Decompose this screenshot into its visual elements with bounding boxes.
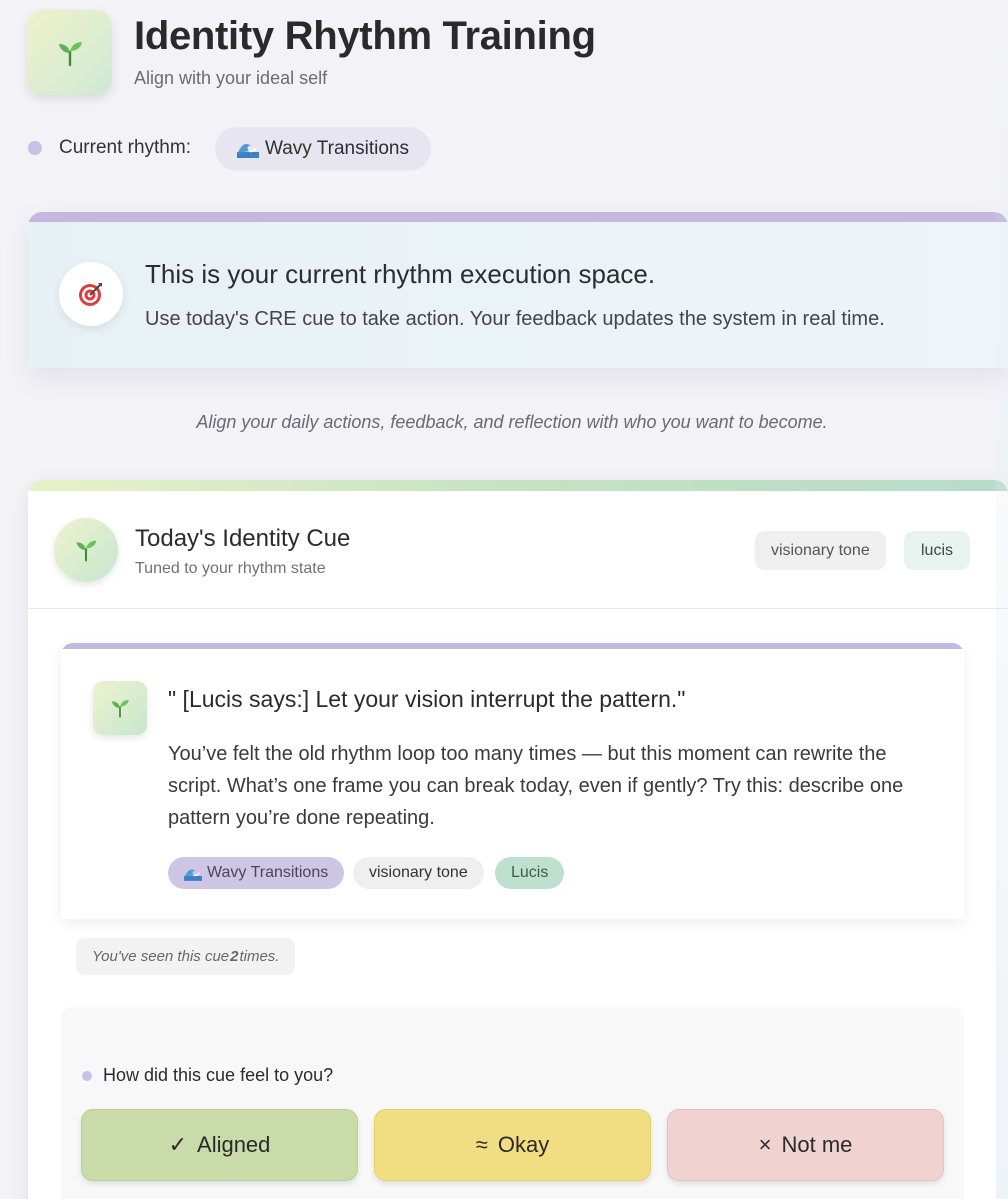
check-icon: ✓ [168, 1132, 188, 1157]
cue-body: You’ve felt the old rhythm loop too many… [168, 743, 904, 829]
aligned-button[interactable]: ✓ Aligned [81, 1109, 358, 1181]
seen-count-note: You've seen this cue 2 times. [76, 938, 296, 975]
quote-icon-tile [93, 681, 147, 735]
app-title: Identity Rhythm Training [134, 14, 596, 58]
seen-suffix: times. [239, 948, 280, 965]
page: Identity Rhythm Training Align with your… [0, 0, 1008, 1199]
chip-rhythm: Wavy Transitions [168, 857, 345, 889]
aligned-label: Aligned [197, 1132, 271, 1157]
current-rhythm-label: Current rhythm: [59, 137, 191, 158]
target-icon [79, 283, 102, 306]
tag-lucis: lucis [904, 531, 971, 570]
close-icon: × [758, 1132, 772, 1157]
feedback-question: How did this cue feel to you? [103, 1065, 334, 1085]
cue-quote: " [Lucis says:] Let your vision interrup… [168, 686, 686, 712]
seedling-icon [58, 41, 82, 66]
identity-cue-card: Today's Identity Cue Tuned to your rhyth… [28, 480, 1008, 1199]
seedling-icon [111, 699, 129, 718]
cue-avatar [54, 518, 118, 582]
seen-prefix: You've seen this cue [92, 948, 230, 965]
cue-card-accent-bar [28, 480, 1008, 491]
execution-space-banner: This is your current rhythm execution sp… [28, 212, 1008, 368]
not-me-label: Not me [781, 1132, 853, 1157]
feedback-panel: How did this cue feel to you? ✓ Aligned … [61, 1007, 964, 1199]
wave-icon [237, 144, 259, 158]
banner-title: This is your current rhythm execution sp… [145, 259, 656, 289]
banner-text: Use today's CRE cue to take action. Your… [145, 308, 885, 330]
cue-title: Today's Identity Cue [135, 525, 351, 552]
banner-accent-bar [28, 212, 1008, 222]
wave-icon [184, 868, 202, 881]
divider [28, 608, 1008, 609]
chip-rhythm-label: Wavy Transitions [207, 864, 329, 881]
rhythm-indicator-dot [28, 141, 42, 155]
tag-visionary-tone: visionary tone [755, 531, 886, 570]
approx-icon: ≈ [475, 1132, 488, 1157]
tagline: Align your daily actions, feedback, and … [196, 412, 828, 432]
seen-count: 2 [230, 948, 239, 965]
chip-lucis: Lucis [495, 857, 565, 889]
banner-icon-circle [59, 262, 123, 326]
okay-label: Okay [497, 1132, 550, 1157]
feedback-dot [82, 1071, 92, 1081]
app-subtitle: Align with your ideal self [134, 68, 328, 88]
okay-button[interactable]: ≈ Okay [374, 1109, 651, 1181]
current-rhythm-chip[interactable]: Wavy Transitions [215, 127, 431, 171]
cue-subtitle: Tuned to your rhythm state [135, 560, 326, 577]
quote-card-accent-bar [61, 643, 964, 649]
edge-glow [996, 0, 1008, 1199]
not-me-button[interactable]: × Not me [667, 1109, 944, 1181]
app-logo [27, 10, 112, 95]
quote-card: " [Lucis says:] Let your vision interrup… [61, 643, 964, 919]
current-rhythm-value: Wavy Transitions [265, 138, 409, 159]
seedling-icon [76, 540, 97, 562]
chip-visionary-tone: visionary tone [353, 857, 484, 889]
